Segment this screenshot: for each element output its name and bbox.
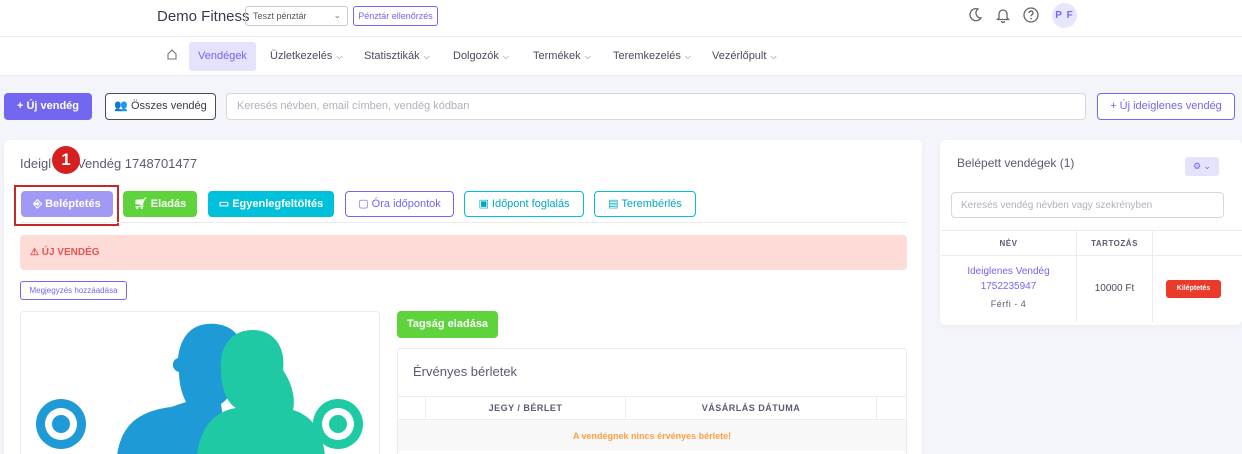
nav-item-statistics[interactable]: Statisztikák ⌵ — [355, 42, 439, 71]
fitness-figures-illustration — [36, 323, 363, 454]
chevron-down-icon: ⌵ — [502, 52, 509, 61]
balance-topup-button[interactable]: ▭ Egyenlegfeltöltés — [208, 191, 334, 217]
room-rental-label: Terembérlés — [621, 198, 682, 210]
chevron-down-icon: ⌵ — [584, 52, 591, 61]
main-nav: Vendégek Üzletkezelés ⌵ Statisztikák ⌵ Dol… — [0, 37, 1242, 76]
guest-search-input[interactable]: Keresés névben, email címben, vendég kód… — [226, 93, 1086, 120]
plus-icon: + — [1110, 100, 1120, 112]
top-bar: Demo Fitness Teszt pénztár ⌄ Pénztár ell… — [0, 0, 1242, 37]
check-in-label: Beléptetés — [45, 198, 101, 210]
table-header-cell — [398, 397, 426, 420]
topup-label: Egyenlegfeltöltés — [232, 198, 324, 210]
divider — [20, 222, 907, 223]
nav-item-label: Dolgozók — [453, 50, 499, 62]
cashbox-select-value: Teszt pénztár — [253, 11, 307, 21]
class-times-label: Óra időpontok — [371, 198, 441, 210]
all-guests-button[interactable]: 👥 Összes vendég — [105, 93, 216, 120]
check-in-button[interactable]: ⎆ Beléptetés — [21, 191, 113, 217]
nav-item-business[interactable]: Üzletkezelés ⌵ — [261, 42, 351, 71]
chevron-down-icon: ⌄ — [333, 10, 341, 20]
passes-empty-message: A vendégnek nincs érvényes bérlete! — [398, 421, 906, 451]
chevron-down-icon: ⌵ — [770, 52, 777, 61]
guest-title-left: Ideigl — [20, 156, 52, 171]
check-out-button[interactable]: Kiléptetés — [1166, 280, 1221, 298]
nav-item-label: Vezérlőpult — [712, 50, 767, 62]
guest-name-link[interactable]: Ideiglenes Vendég 1752235947 — [941, 264, 1076, 294]
home-icon[interactable] — [166, 48, 178, 63]
table-header-cell: JEGY / BÉRLET — [426, 397, 626, 420]
checked-in-search-input[interactable]: Keresés vendég névben vagy szekrényben — [951, 192, 1224, 218]
table-header-cell: NÉV — [941, 231, 1077, 256]
nav-item-rooms[interactable]: Teremkezelés ⌵ — [604, 42, 700, 71]
calendar-plus-icon: ▣ — [478, 198, 492, 210]
membership-sale-button[interactable]: Tagság eladása — [397, 311, 498, 338]
cashbox-select[interactable]: Teszt pénztár ⌄ — [245, 6, 348, 26]
login-icon: ⎆ — [33, 198, 46, 210]
nav-item-guests[interactable]: Vendégek — [189, 42, 256, 71]
brand-name: Demo Fitness — [157, 8, 250, 25]
chevron-down-icon: ⌵ — [684, 52, 691, 61]
nav-item-label: Vendégek — [198, 50, 247, 62]
guest-title-right: Vendég 1748701477 — [77, 156, 198, 171]
cart-icon: 🛒︎ — [133, 198, 151, 210]
clipboard-icon: ▤ — [608, 198, 622, 210]
table-header-cell: VÁSÁRLÁS DÁTUMA — [626, 397, 877, 420]
booking-button[interactable]: ▣ Időpont foglalás — [464, 191, 584, 217]
chevron-down-icon: ⌵ — [336, 52, 343, 61]
chevron-down-icon: ⌄ — [1201, 161, 1212, 171]
nav-item-label: Üzletkezelés — [270, 50, 333, 62]
new-guest-alert: ⚠ ÚJ VENDÉG — [20, 235, 907, 270]
room-rental-button[interactable]: ▤ Terembérlés — [594, 191, 696, 217]
nav-item-products[interactable]: Termékek ⌵ — [524, 42, 600, 71]
table-row: Ideiglenes Vendég 1752235947 Férfi - 4 1… — [941, 256, 1242, 322]
nav-item-employees[interactable]: Dolgozók ⌵ — [444, 42, 518, 71]
debt-cell: 10000 Ft — [1077, 256, 1153, 322]
settings-dropdown[interactable]: ⚙ ⌄ — [1185, 157, 1219, 176]
users-icon: 👥 — [114, 100, 131, 112]
sale-button[interactable]: 🛒︎ Eladás — [123, 191, 197, 217]
credit-card-icon: ▭ — [218, 198, 233, 210]
step-marker: 1 — [52, 146, 80, 174]
new-guest-label: Új vendég — [26, 100, 80, 112]
chevron-down-icon: ⌵ — [423, 52, 430, 61]
user-avatar[interactable]: P F — [1052, 3, 1077, 28]
table-header-cell: TARTOZÁS — [1077, 231, 1153, 256]
gear-icon: ⚙ — [1192, 161, 1202, 171]
alert-text: ÚJ VENDÉG — [41, 247, 100, 258]
cashbox-check-button[interactable]: Pénztár ellenőrzés — [353, 6, 438, 26]
all-guests-label: Összes vendég — [130, 100, 207, 112]
nav-item-label: Statisztikák — [364, 50, 420, 62]
nav-item-label: Termékek — [533, 50, 581, 62]
guest-sub-info: Férfi - 4 — [990, 299, 1027, 309]
dark-mode-moon-icon[interactable] — [966, 6, 984, 26]
checked-in-table-header: NÉV TARTOZÁS — [941, 230, 1242, 256]
new-temp-guest-button[interactable]: + Új ideiglenes vendég — [1097, 93, 1235, 120]
add-note-button[interactable]: Megjegyzés hozzáadása — [20, 281, 127, 300]
checked-in-title: Belépett vendégek (1) — [957, 156, 1075, 170]
bell-icon[interactable] — [994, 6, 1012, 26]
nav-item-label: Teremkezelés — [613, 50, 681, 62]
sale-label: Eladás — [150, 198, 187, 210]
guest-name-cell: Ideiglenes Vendég 1752235947 Férfi - 4 — [941, 256, 1077, 322]
new-temp-guest-label: Új ideiglenes vendég — [1119, 100, 1222, 112]
booking-label: Időpont foglalás — [491, 198, 570, 210]
help-icon[interactable] — [1022, 6, 1040, 26]
valid-passes-title: Érvényes bérletek — [413, 364, 518, 379]
guest-title: Ideigl Vendég 1748701477 — [20, 156, 197, 171]
new-guest-button[interactable]: + Új vendég — [4, 93, 92, 120]
class-times-button[interactable]: ▢ Óra időpontok — [345, 191, 454, 217]
warning-icon: ⚠ — [30, 247, 42, 258]
nav-item-dashboard[interactable]: Vezérlőpult ⌵ — [703, 42, 786, 71]
guest-photo-placeholder — [20, 311, 380, 454]
passes-table-header: JEGY / BÉRLET VÁSÁRLÁS DÁTUMA — [398, 396, 906, 420]
calendar-icon: ▢ — [358, 198, 372, 210]
